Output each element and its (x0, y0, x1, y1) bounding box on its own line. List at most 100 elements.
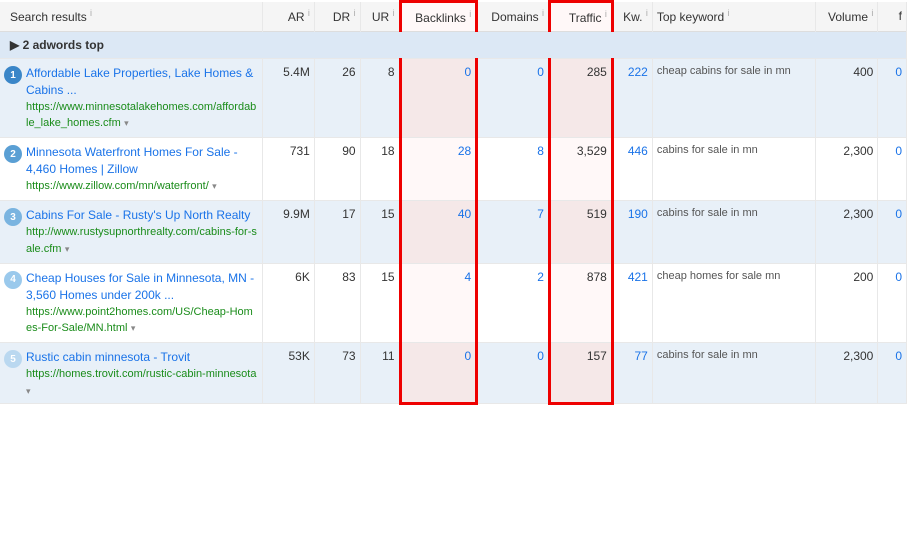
ar-value: 9.9M (263, 201, 314, 264)
domains-value: 7 (477, 201, 550, 264)
traffic-value: 519 (549, 201, 612, 264)
col-header-top-keyword: Top keyword i (652, 2, 815, 32)
col-header-dr: DR i (314, 2, 360, 32)
result-cell: 5 Rustic cabin minnesota - Trovit https:… (0, 343, 263, 403)
dr-value: 26 (314, 59, 360, 138)
search-results-label: Search results (10, 10, 87, 24)
ar-value: 6K (263, 263, 314, 342)
col-header-domains: Domains i (477, 2, 550, 32)
dr-value: 17 (314, 201, 360, 264)
traffic-value: 878 (549, 263, 612, 342)
backlinks-value: 4 (400, 263, 477, 342)
volume-value: 2,300 (816, 138, 878, 201)
domains-value: 8 (477, 138, 550, 201)
info-icon: i (90, 8, 92, 18)
result-cell: 1 Affordable Lake Properties, Lake Homes… (0, 59, 263, 138)
backlinks-value: 28 (400, 138, 477, 201)
ar-value: 731 (263, 138, 314, 201)
adwords-row: ▶ 2 adwords top (0, 32, 907, 59)
f-value: 0 (878, 138, 907, 201)
result-url: https://homes.trovit.com/rustic-cabin-mi… (26, 368, 256, 380)
traffic-value: 285 (549, 59, 612, 138)
rank-badge: 3 (4, 208, 22, 226)
result-cell: 2 Minnesota Waterfront Homes For Sale - … (0, 138, 263, 201)
result-content: Rustic cabin minnesota - Trovit https://… (26, 349, 258, 396)
col-header-ur: UR i (360, 2, 400, 32)
f-value: 0 (878, 263, 907, 342)
result-url: https://www.zillow.com/mn/waterfront/ (26, 180, 209, 192)
volume-value: 400 (816, 59, 878, 138)
col-header-f: f (878, 2, 907, 32)
dr-value: 73 (314, 343, 360, 403)
adwords-label: ▶ 2 adwords top (10, 38, 104, 52)
ar-value: 53K (263, 343, 314, 403)
kw-value: 446 (612, 138, 652, 201)
top-keyword-value: cabins for sale in mn (652, 138, 815, 201)
dropdown-arrow-icon[interactable]: ▾ (131, 323, 136, 333)
volume-value: 200 (816, 263, 878, 342)
f-value: 0 (878, 201, 907, 264)
traffic-value: 157 (549, 343, 612, 403)
table-row: 3 Cabins For Sale - Rusty's Up North Rea… (0, 201, 907, 264)
dropdown-arrow-icon[interactable]: ▾ (124, 118, 129, 128)
table-row: 2 Minnesota Waterfront Homes For Sale - … (0, 138, 907, 201)
table-row: 5 Rustic cabin minnesota - Trovit https:… (0, 343, 907, 403)
kw-value: 77 (612, 343, 652, 403)
result-title[interactable]: Cabins For Sale - Rusty's Up North Realt… (26, 208, 250, 222)
top-keyword-value: cabins for sale in mn (652, 201, 815, 264)
col-header-backlinks: Backlinks i (400, 2, 477, 32)
backlinks-value: 40 (400, 201, 477, 264)
result-title[interactable]: Affordable Lake Properties, Lake Homes &… (26, 66, 253, 97)
table-row: 1 Affordable Lake Properties, Lake Homes… (0, 59, 907, 138)
rank-badge: 4 (4, 271, 22, 289)
domains-value: 0 (477, 343, 550, 403)
result-url: http://www.rustysupnorthrealty.com/cabin… (26, 226, 257, 254)
result-title[interactable]: Minnesota Waterfront Homes For Sale - 4,… (26, 145, 238, 176)
domains-value: 2 (477, 263, 550, 342)
col-header-kw: Kw. i (612, 2, 652, 32)
top-keyword-value: cheap cabins for sale in mn (652, 59, 815, 138)
ur-value: 18 (360, 138, 400, 201)
kw-value: 222 (612, 59, 652, 138)
result-cell: 4 Cheap Houses for Sale in Minnesota, MN… (0, 263, 263, 342)
result-content: Cheap Houses for Sale in Minnesota, MN -… (26, 270, 258, 336)
ur-value: 15 (360, 201, 400, 264)
search-results-table: Search results i AR i DR i UR i Backlink… (0, 0, 907, 405)
result-url: https://www.point2homes.com/US/Cheap-Hom… (26, 306, 253, 334)
result-content: Minnesota Waterfront Homes For Sale - 4,… (26, 144, 258, 194)
dr-value: 83 (314, 263, 360, 342)
col-header-volume: Volume i (816, 2, 878, 32)
rank-badge: 2 (4, 145, 22, 163)
backlinks-value: 0 (400, 343, 477, 403)
result-url: https://www.minnesotalakehomes.com/affor… (26, 101, 256, 129)
volume-value: 2,300 (816, 201, 878, 264)
col-header-ar: AR i (263, 2, 314, 32)
backlinks-value: 0 (400, 59, 477, 138)
dr-value: 90 (314, 138, 360, 201)
ur-value: 8 (360, 59, 400, 138)
dropdown-arrow-icon[interactable]: ▾ (26, 386, 31, 396)
rank-badge: 5 (4, 350, 22, 368)
kw-value: 421 (612, 263, 652, 342)
result-title[interactable]: Cheap Houses for Sale in Minnesota, MN -… (26, 271, 254, 302)
result-content: Cabins For Sale - Rusty's Up North Realt… (26, 207, 258, 257)
kw-value: 190 (612, 201, 652, 264)
col-header-result: Search results i (0, 2, 263, 32)
col-header-traffic: Traffic i (549, 2, 612, 32)
table-row: 4 Cheap Houses for Sale in Minnesota, MN… (0, 263, 907, 342)
ur-value: 11 (360, 343, 400, 403)
result-content: Affordable Lake Properties, Lake Homes &… (26, 65, 258, 131)
traffic-value: 3,529 (549, 138, 612, 201)
f-value: 0 (878, 59, 907, 138)
ur-value: 15 (360, 263, 400, 342)
result-cell: 3 Cabins For Sale - Rusty's Up North Rea… (0, 201, 263, 264)
dropdown-arrow-icon[interactable]: ▾ (212, 181, 217, 191)
top-keyword-value: cabins for sale in mn (652, 343, 815, 403)
top-keyword-value: cheap homes for sale mn (652, 263, 815, 342)
dropdown-arrow-icon[interactable]: ▾ (65, 244, 70, 254)
f-value: 0 (878, 343, 907, 403)
volume-value: 2,300 (816, 343, 878, 403)
ar-value: 5.4M (263, 59, 314, 138)
rank-badge: 1 (4, 66, 22, 84)
result-title[interactable]: Rustic cabin minnesota - Trovit (26, 350, 190, 364)
